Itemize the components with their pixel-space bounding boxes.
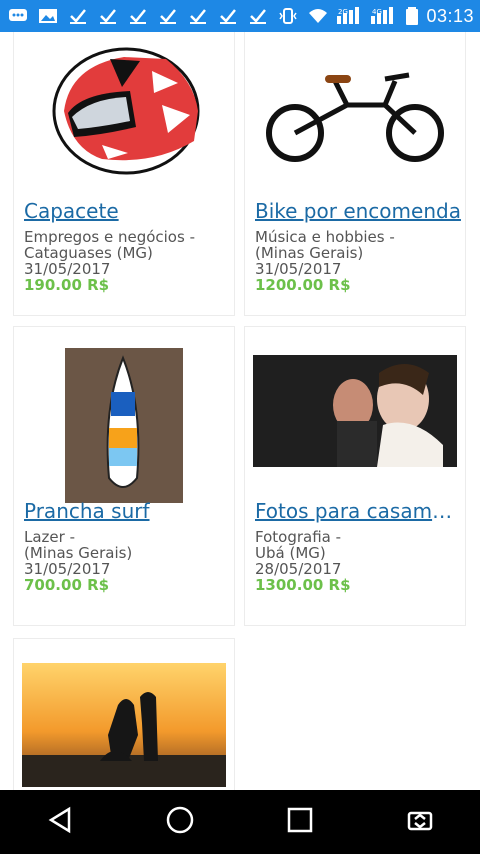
listing-price: 1300.00 R$ [255,576,351,594]
listing-location: Ubá (MG) [255,544,326,562]
home-icon [163,803,197,842]
home-button[interactable] [150,798,210,846]
check-icon [246,6,270,26]
listing-card[interactable]: Capacete Empregos e negócios - Cataguase… [13,32,235,316]
listing-card[interactable] [13,638,235,790]
listing-price: 700.00 R$ [24,576,110,594]
listing-card[interactable]: Bike por encomenda Música e hobbies - (M… [244,32,466,316]
clock: 03:13 [426,5,474,26]
screen-rotate-icon [403,803,437,842]
listing-meta: Empregos e negócios - Cataguases (MG) 31… [24,229,195,277]
check-icon [186,6,210,26]
listing-category: Empregos e negócios - [24,228,195,246]
listing-scroll-area[interactable]: Capacete Empregos e negócios - Cataguase… [0,32,480,790]
listing-title[interactable]: Fotos para casamen… [255,499,461,523]
recents-icon [283,803,317,842]
listing-image-sunset-kiss[interactable] [14,663,234,787]
listing-image-surfboard[interactable] [14,341,234,509]
screen-rotate-button[interactable] [390,798,450,846]
network-4g-label: 4G [372,8,382,16]
listing-price: 1200.00 R$ [255,276,351,294]
listing-card[interactable]: Prancha surf Lazer - (Minas Gerais) 31/0… [13,326,235,626]
signal-2g-icon: 2G [336,6,364,26]
check-icon [156,6,180,26]
wifi-icon [306,6,330,26]
network-2g-label: 2G [338,8,348,16]
listing-meta: Fotografia - Ubá (MG) 28/05/2017 [255,529,341,577]
check-icon [66,6,90,26]
listing-date: 31/05/2017 [255,260,342,278]
listing-grid: Capacete Empregos e negócios - Cataguase… [0,32,480,790]
listing-image-wedding-couple[interactable] [245,327,465,495]
listing-category: Lazer - [24,528,75,546]
listing-meta: Lazer - (Minas Gerais) 31/05/2017 [24,529,132,577]
recents-button[interactable] [270,798,330,846]
back-icon [43,803,77,842]
status-bar: 2G 4G 03:13 [0,0,480,32]
signal-4g-icon: 4G [370,6,398,26]
back-button[interactable] [30,798,90,846]
listing-title[interactable]: Prancha surf [24,499,230,523]
listing-location: (Minas Gerais) [24,544,133,562]
listing-location: (Minas Gerais) [255,244,364,262]
listing-title[interactable]: Bike por encomenda [255,199,461,223]
battery-icon [404,6,420,26]
check-icon [216,6,240,26]
chat-icon [6,6,30,26]
listing-image-helmet[interactable] [14,32,234,195]
listing-date: 28/05/2017 [255,560,342,578]
listing-date: 31/05/2017 [24,260,111,278]
vibrate-icon [276,6,300,26]
listing-category: Fotografia - [255,528,342,546]
listing-meta: Música e hobbies - (Minas Gerais) 31/05/… [255,229,395,277]
navigation-bar [0,790,480,854]
listing-category: Música e hobbies - [255,228,395,246]
image-icon [36,6,60,26]
listing-card[interactable]: Fotos para casamen… Fotografia - Ubá (MG… [244,326,466,626]
listing-date: 31/05/2017 [24,560,111,578]
check-icon [96,6,120,26]
listing-location: Cataguases (MG) [24,244,153,262]
check-icon [126,6,150,26]
listing-image-bike[interactable] [245,32,465,195]
listing-price: 190.00 R$ [24,276,110,294]
listing-title[interactable]: Capacete [24,199,230,223]
